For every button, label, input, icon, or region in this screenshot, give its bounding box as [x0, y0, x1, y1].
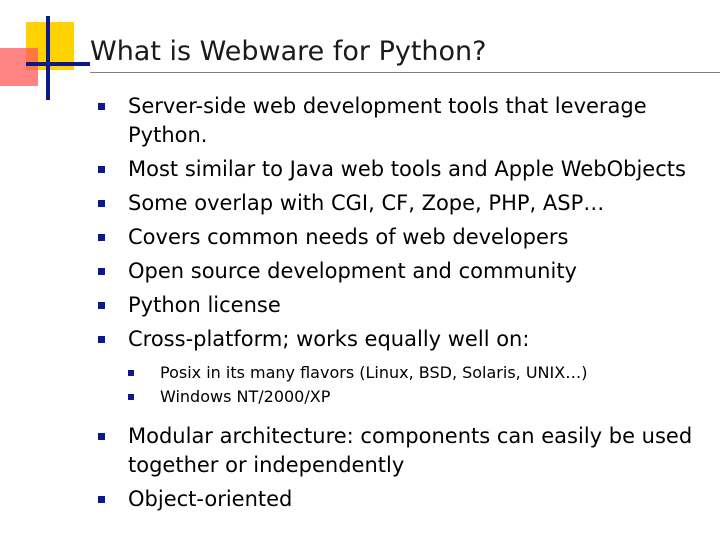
bullet-text: Server-side web development tools that l… — [128, 94, 647, 147]
square-bullet-icon — [98, 268, 105, 275]
square-bullet-icon — [98, 166, 105, 173]
slide: What is Webware for Python? Server-side … — [0, 0, 720, 540]
square-bullet-icon — [98, 302, 105, 309]
slide-logo — [0, 0, 90, 100]
square-bullet-icon — [98, 496, 105, 503]
bullet-item: Some overlap with CGI, CF, Zope, PHP, AS… — [98, 189, 708, 218]
square-bullet-icon — [98, 200, 105, 207]
sub-bullet-text: Posix in its many flavors (Linux, BSD, S… — [160, 363, 588, 382]
bullet-text: Modular architecture: components can eas… — [128, 424, 693, 477]
slide-title: What is Webware for Python? — [90, 36, 487, 67]
bullet-text: Open source development and community — [128, 259, 577, 283]
bullet-item: Server-side web development tools that l… — [98, 92, 708, 150]
bullet-text: Covers common needs of web developers — [128, 225, 569, 249]
bullet-text: Some overlap with CGI, CF, Zope, PHP, AS… — [128, 191, 605, 215]
bullet-text: Most similar to Java web tools and Apple… — [128, 157, 686, 181]
bullet-item: Modular architecture: components can eas… — [98, 422, 708, 480]
bullet-item: Cross-platform; works equally well on: P… — [98, 325, 708, 409]
square-bullet-icon — [98, 433, 105, 440]
bullet-text: Object-oriented — [128, 487, 293, 511]
logo-vertical-line — [46, 16, 50, 100]
bullet-item: Most similar to Java web tools and Apple… — [98, 155, 708, 184]
title-divider — [90, 72, 720, 73]
bullet-item: Open source development and community — [98, 257, 708, 286]
square-bullet-icon — [98, 103, 105, 110]
logo-red-square — [0, 48, 38, 86]
square-bullet-icon — [98, 234, 105, 241]
sub-bullet-item: Posix in its many flavors (Linux, BSD, S… — [128, 361, 708, 385]
logo-horizontal-line — [26, 62, 90, 66]
square-bullet-icon — [98, 336, 105, 343]
square-bullet-icon — [128, 394, 134, 400]
sub-bullet-list: Posix in its many flavors (Linux, BSD, S… — [128, 361, 708, 409]
bullet-list: Server-side web development tools that l… — [98, 92, 708, 519]
sub-bullet-item: Windows NT/2000/XP — [128, 385, 708, 409]
bullet-item: Covers common needs of web developers — [98, 223, 708, 252]
sub-bullet-text: Windows NT/2000/XP — [160, 387, 331, 406]
square-bullet-icon — [128, 370, 134, 376]
bullet-text: Python license — [128, 293, 281, 317]
bullet-item: Object-oriented — [98, 485, 708, 514]
bullet-item: Python license — [98, 291, 708, 320]
bullet-text: Cross-platform; works equally well on: — [128, 327, 530, 351]
